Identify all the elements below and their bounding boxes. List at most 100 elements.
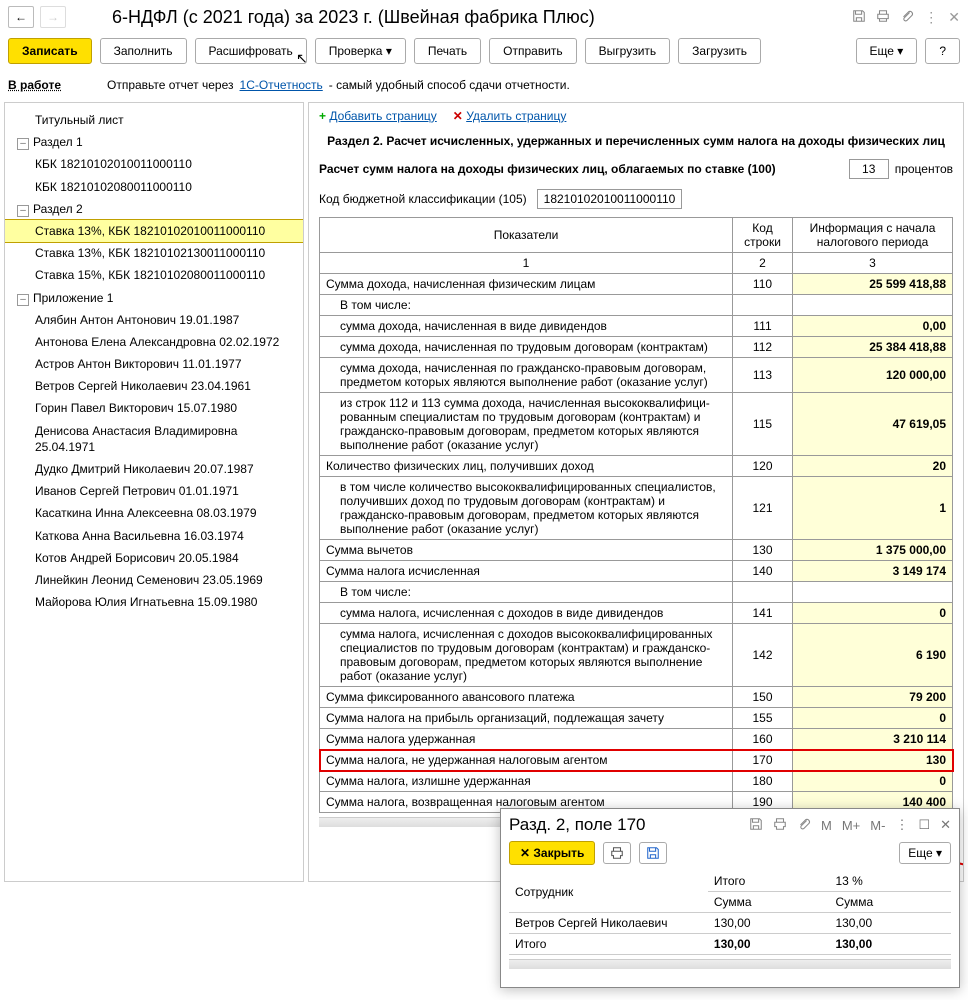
vygruzit-button[interactable]: Выгрузить [585,38,671,64]
table-row[interactable]: Количество физических лиц, получивших до… [320,456,953,477]
tree-item[interactable]: Денисова Анастасия Владимировна 25.04.19… [5,420,303,458]
table-row[interactable]: В том числе: [320,582,953,603]
popup-eshche-button[interactable]: Еще ▾ [899,842,951,864]
tree-item[interactable]: Титульный лист [5,109,303,131]
cell-value[interactable]: 6 190 [793,624,953,687]
print-icon[interactable] [876,9,890,26]
help-button[interactable]: ? [925,38,960,64]
zapisat-button[interactable]: Записать [8,38,92,64]
cell-value[interactable]: 120 000,00 [793,358,953,393]
cell-value[interactable]: 1 [793,477,953,540]
popup-print-icon[interactable] [773,817,787,834]
tree-item[interactable]: –Приложение 1 [5,287,303,309]
popup-maximize-icon[interactable]: ☐ [918,817,930,833]
table-row[interactable]: Сумма налога на прибыль организаций, под… [320,708,953,729]
nav-back-button[interactable]: ← [8,6,34,28]
cell-value[interactable]: 0 [793,771,953,792]
table-row[interactable]: сумма дохода, начисленная по гражданско-… [320,358,953,393]
tree-toggle-icon[interactable]: – [17,205,29,217]
popup-more-icon[interactable]: ⋮ [895,817,908,833]
tree-item[interactable]: –Раздел 1 [5,131,303,153]
kbk-input[interactable]: 18210102010011000110 [537,189,683,209]
more-icon[interactable]: ⋮ [924,9,938,26]
cell-value[interactable]: 25 599 418,88 [793,274,953,295]
table-row[interactable]: Сумма фиксированного авансового платежа1… [320,687,953,708]
table-row[interactable]: сумма дохода, начисленная по трудовым до… [320,337,953,358]
cell-value[interactable]: 3 149 174 [793,561,953,582]
tree-item[interactable]: Касаткина Инна Алексеевна 08.03.1979 [5,502,303,524]
tree-toggle-icon[interactable]: – [17,138,29,150]
cell-value[interactable]: 47 619,05 [793,393,953,456]
tree-item[interactable]: КБК 18210102080011000110 [5,176,303,198]
tree-item[interactable]: Антонова Елена Александровна 02.02.1972 [5,331,303,353]
cell-value[interactable]: 1 375 000,00 [793,540,953,561]
cell-value[interactable]: 130 [793,750,953,771]
tree-item[interactable]: Дудко Дмитрий Николаевич 20.07.1987 [5,458,303,480]
tree-item[interactable]: Майорова Юлия Игнатьевна 15.09.1980 [5,591,303,613]
popup-save-button[interactable] [639,842,667,864]
tree-item[interactable]: Ставка 13%, КБК 18210102130011000110 [5,242,303,264]
popup-mplus-icon[interactable]: M+ [842,818,860,833]
table-row[interactable]: Сумма налога, не удержанная налоговым аг… [320,750,953,771]
popup-close-icon[interactable]: ✕ [940,817,951,833]
tree-item[interactable]: Иванов Сергей Петрович 01.01.1971 [5,480,303,502]
otpravit-button[interactable]: Отправить [489,38,577,64]
add-page-link[interactable]: + Добавить страницу [319,109,437,123]
rate-input[interactable]: 13 [849,159,889,179]
table-row[interactable]: Сумма налога удержанная1603 210 114 [320,729,953,750]
table-row[interactable]: Сумма вычетов1301 375 000,00 [320,540,953,561]
tree-item[interactable]: Астров Антон Викторович 11.01.1977 [5,353,303,375]
nav-forward-button[interactable]: → [40,6,66,28]
save-icon[interactable] [852,9,866,26]
tree-item[interactable]: КБК 18210102010011000110 [5,153,303,175]
attach-icon[interactable] [900,9,914,26]
proverka-button[interactable]: Проверка ▾ [315,38,406,64]
table-row[interactable]: сумма налога, исчисленная с доходов в ви… [320,603,953,624]
pechat-button[interactable]: Печать [414,38,481,64]
cell-value[interactable]: 79 200 [793,687,953,708]
eshche-button[interactable]: Еще ▾ [856,38,918,64]
table-row[interactable]: сумма налога, исчисленная с доходов высо… [320,624,953,687]
table-row[interactable]: Сумма налога исчисленная1403 149 174 [320,561,953,582]
section-tree[interactable]: Титульный лист–Раздел 1КБК 1821010201001… [4,102,304,882]
rasshifrovat-button[interactable]: Расшифровать [195,38,307,64]
popup-save-icon[interactable] [749,817,763,834]
table-row[interactable]: В том числе: [320,295,953,316]
popup-mminus-icon[interactable]: M- [870,818,885,833]
table-row[interactable]: в том числе количество высококвалифициро… [320,477,953,540]
cell-value[interactable]: 0,00 [793,316,953,337]
tree-item[interactable]: Котов Андрей Борисович 20.05.1984 [5,547,303,569]
cell-value[interactable]: 20 [793,456,953,477]
table-row[interactable]: Сумма налога, излишне удержанная1800 [320,771,953,792]
cell-value[interactable]: 0 [793,708,953,729]
status-link[interactable]: 1С-Отчетность [240,78,323,92]
tree-item[interactable]: Ставка 13%, КБК 18210102010011000110 [5,220,303,242]
tree-item[interactable]: Горин Павел Викторович 15.07.1980 [5,397,303,419]
tree-item[interactable]: Линейкин Леонид Семенович 23.05.1969 [5,569,303,591]
tree-item[interactable]: –Раздел 2 [5,198,303,220]
popup-attach-icon[interactable] [797,817,811,834]
cell-value[interactable] [793,295,953,316]
cell-value[interactable]: 0 [793,603,953,624]
popup-scrollbar[interactable] [509,959,951,969]
tree-toggle-icon[interactable]: – [17,294,29,306]
table-row[interactable]: Сумма дохода, начисленная физическим лиц… [320,274,953,295]
tree-item[interactable]: Ставка 15%, КБК 18210102080011000110 [5,264,303,286]
tree-item[interactable]: Алябин Антон Антонович 19.01.1987 [5,309,303,331]
zapolnit-button[interactable]: Заполнить [100,38,187,64]
cell-value[interactable]: 25 384 418,88 [793,337,953,358]
table-row[interactable]: сумма дохода, начисленная в виде дивиден… [320,316,953,337]
table-row[interactable]: из строк 112 и 113 сумма дохода, начисле… [320,393,953,456]
zagruzit-button[interactable]: Загрузить [678,38,761,64]
tree-item[interactable]: Ветров Сергей Николаевич 23.04.1961 [5,375,303,397]
popup-close-button[interactable]: ✕ Закрыть [509,841,595,865]
cell-value[interactable]: 3 210 114 [793,729,953,750]
tree-item[interactable]: Каткова Анна Васильевна 16.03.1974 [5,525,303,547]
popup-m-icon[interactable]: M [821,818,832,833]
popup-print-button[interactable] [603,842,631,864]
popup-row[interactable]: Ветров Сергей Николаевич 130,00 130,00 [509,913,951,934]
close-icon[interactable]: ✕ [948,9,960,26]
status-label[interactable]: В работе [8,78,61,92]
cell-value[interactable] [793,582,953,603]
delete-page-link[interactable]: ✕ Удалить страницу [453,109,567,123]
